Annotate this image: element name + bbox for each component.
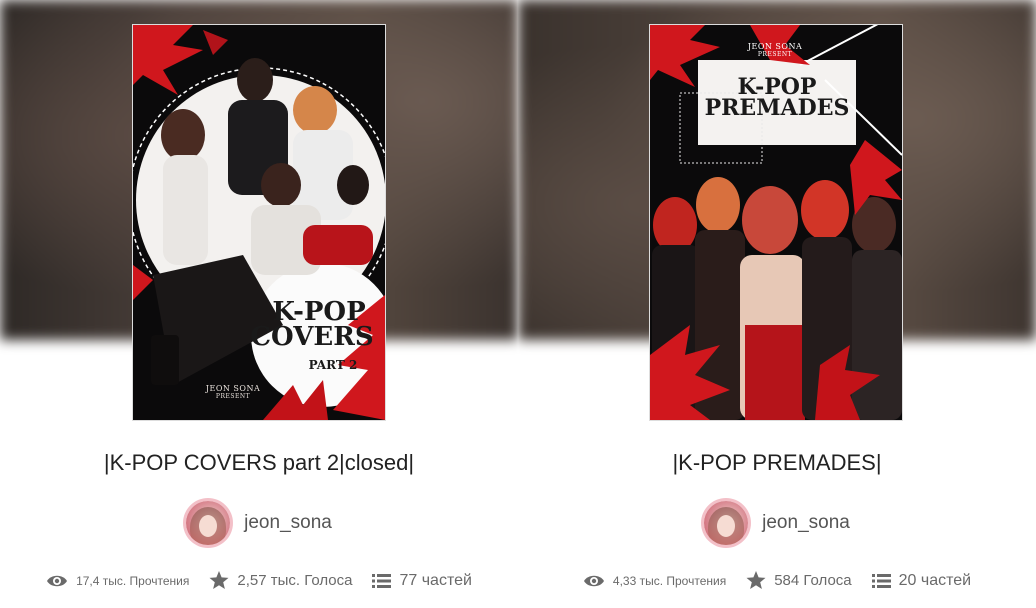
story-stats: 4,33 тыс. Прочтения 584 Голоса 20 частей <box>518 571 1036 590</box>
reads-stat: 17,4 тыс. Прочтения <box>46 573 189 589</box>
author-link[interactable]: jeon_sona <box>0 501 518 545</box>
cover-title-line2: COVERS <box>250 321 374 352</box>
author-name[interactable]: jeon_sona <box>244 512 332 534</box>
star-icon <box>746 571 766 589</box>
parts-stat: 20 частей <box>871 571 972 590</box>
votes-count: 2,57 тыс. Голоса <box>237 572 353 589</box>
story-cover-image[interactable]: JEON SONA PRESENT K-POP PREMADES <box>650 25 902 420</box>
votes-stat: 584 Голоса <box>746 571 852 590</box>
list-icon <box>871 573 891 588</box>
votes-stat: 2,57 тыс. Голоса <box>209 571 352 590</box>
story-cover-image[interactable]: K-POP COVERS PART 2 JEON SONA PRESENT <box>133 25 385 420</box>
votes-count: 584 Голоса <box>774 572 852 589</box>
cover-title-line1: K-POP <box>272 297 366 327</box>
author-name[interactable]: jeon_sona <box>762 512 850 534</box>
author-link[interactable]: jeon_sona <box>518 501 1036 545</box>
story-card[interactable]: JEON SONA PRESENT K-POP PREMADES |K-POP … <box>518 0 1036 608</box>
avatar[interactable] <box>704 501 749 545</box>
reads-count: 17,4 тыс. Прочтения <box>76 573 190 588</box>
parts-count: 77 частей <box>399 571 472 589</box>
story-card[interactable]: K-POP COVERS PART 2 JEON SONA PRESENT |K… <box>0 0 518 608</box>
story-title[interactable]: |K-POP PREMADES| <box>518 450 1036 476</box>
cover-part-label: PART 2 <box>308 358 358 372</box>
star-icon <box>209 571 229 589</box>
eye-icon <box>583 575 604 586</box>
eye-icon <box>47 575 68 586</box>
story-title[interactable]: |K-POP COVERS part 2|closed| <box>0 450 518 476</box>
list-icon <box>372 573 392 588</box>
story-stats: 17,4 тыс. Прочтения 2,57 тыс. Голоса 77 … <box>0 571 518 590</box>
reads-stat: 4,33 тыс. Прочтения <box>583 573 726 589</box>
cover-credit-line2: PRESENT <box>215 392 251 400</box>
parts-count: 20 частей <box>898 571 972 589</box>
reads-count: 4,33 тыс. Прочтения <box>612 573 727 588</box>
cover-credit-line2: PRESENT <box>757 50 793 58</box>
cover-title-line2: PREMADES <box>704 94 850 121</box>
avatar[interactable] <box>186 501 231 545</box>
parts-stat: 77 частей <box>372 571 472 590</box>
